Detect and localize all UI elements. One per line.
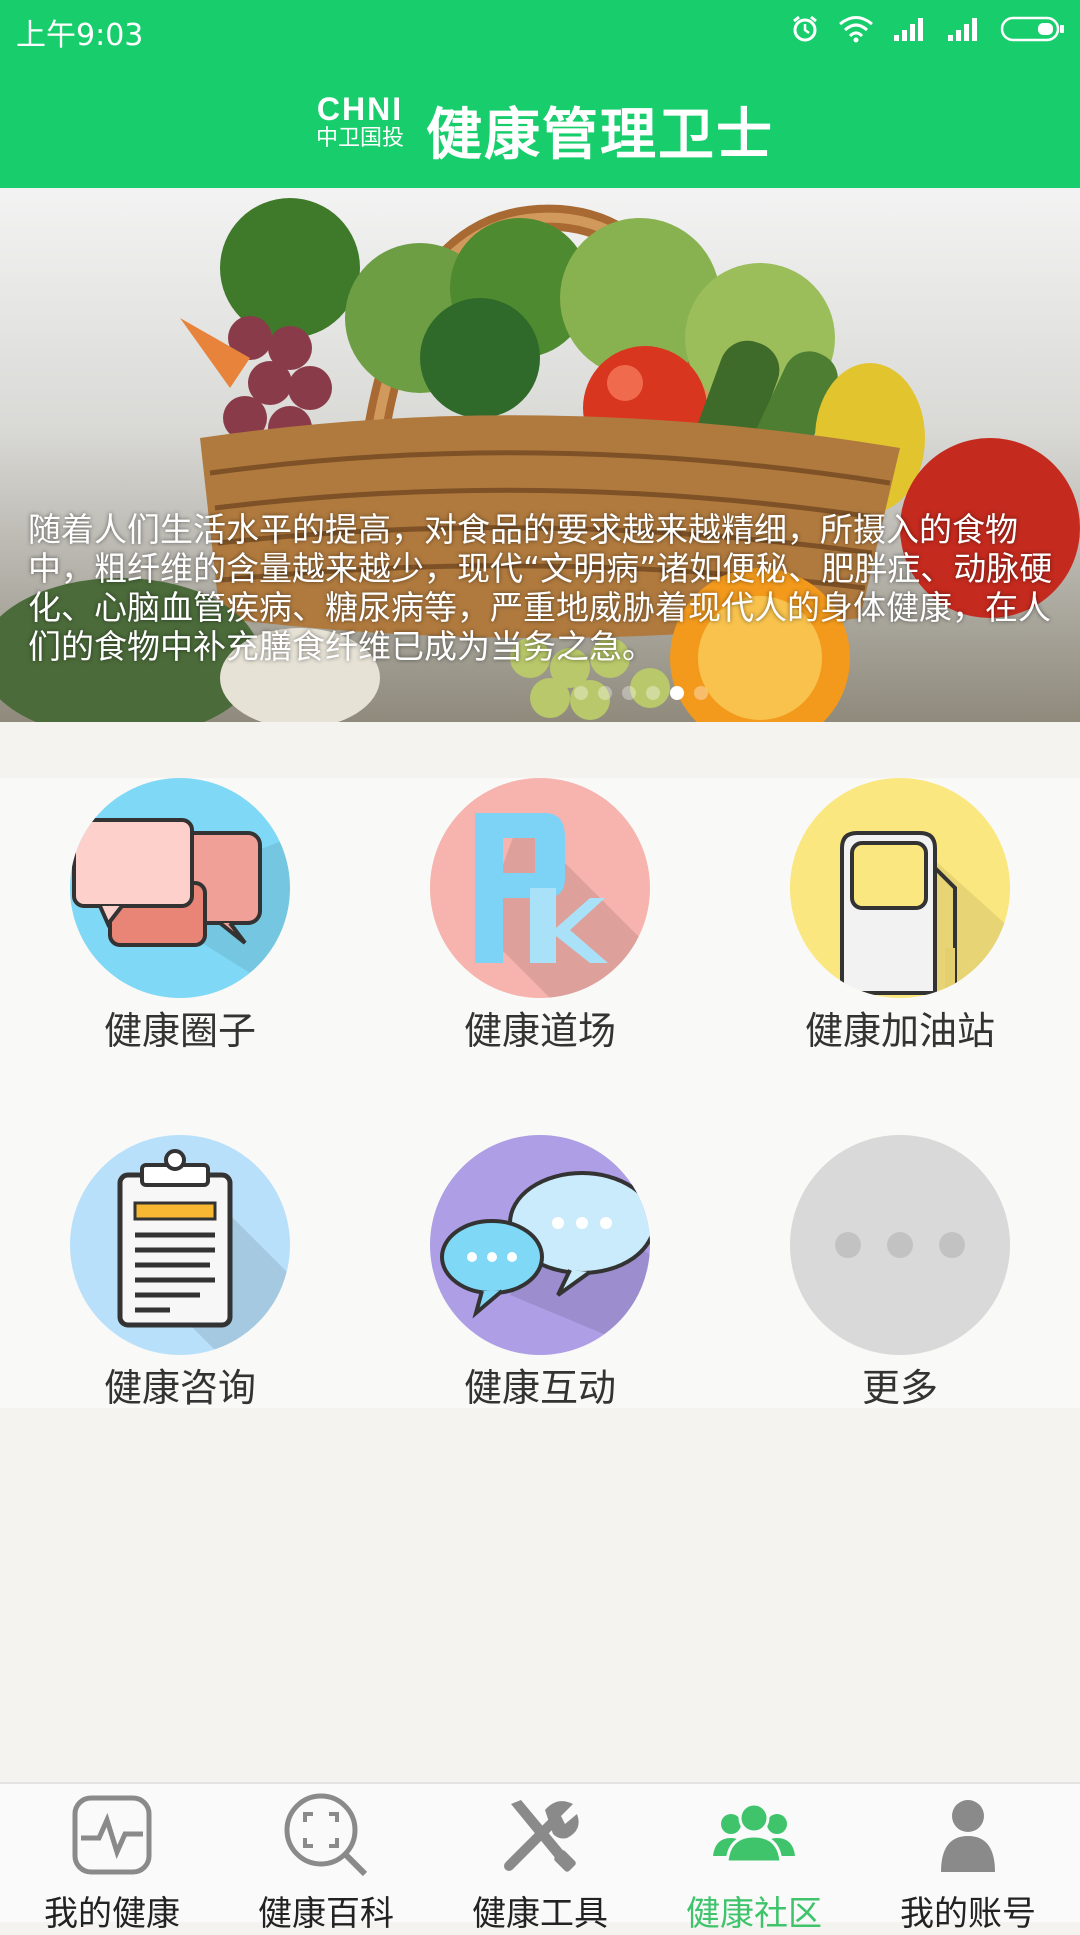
feature-health-station[interactable]: 健康加油站 <box>750 778 1050 1068</box>
banner-caption: 随着人们生活水平的提高，对食品的要求越来越精细，所摄入的食物中，粗纤维的含量越来… <box>28 510 1053 666</box>
tab-label: 健康百科 <box>258 1894 394 1934</box>
logo-subtext: 中卫国投 <box>315 126 404 151</box>
tab-label: 健康工具 <box>472 1894 608 1934</box>
status-time: 上午9:03 <box>16 18 144 53</box>
clipboard-icon <box>70 1135 290 1355</box>
feature-label: 健康咨询 <box>103 1366 256 1410</box>
status-icons <box>790 12 1066 46</box>
tab-encyclopedia[interactable]: 健康百科 <box>218 1784 434 1934</box>
alarm-icon <box>793 15 817 42</box>
page-title: 健康管理卫士 <box>426 103 774 168</box>
scan-search-icon <box>284 1793 368 1877</box>
carousel-dot[interactable] <box>574 686 588 700</box>
user-icon <box>941 1800 995 1872</box>
feature-health-circle[interactable]: 健康圈子 <box>30 778 330 1068</box>
feature-grid: 健康圈子 健康道场 健康加油站 健康咨询 健康互动 更多 <box>0 778 1080 1410</box>
wifi-icon <box>839 16 873 43</box>
signal-icon <box>894 18 923 41</box>
tab-label: 健康社区 <box>686 1894 822 1934</box>
carousel-indicators <box>574 686 708 700</box>
fuel-pump-icon <box>790 778 1010 998</box>
app-header: CHNI 中卫国投 健康管理卫士 <box>0 58 1080 188</box>
tab-my-account[interactable]: 我的账号 <box>860 1784 1076 1934</box>
message-bubbles-icon <box>430 1135 650 1355</box>
community-icon <box>713 1802 795 1864</box>
feature-label: 健康圈子 <box>103 1009 256 1053</box>
tools-icon <box>504 1800 579 1872</box>
tab-community[interactable]: 健康社区 <box>646 1784 862 1934</box>
banner-carousel[interactable]: 随着人们生活水平的提高，对食品的要求越来越精细，所摄入的食物中，粗纤维的含量越来… <box>0 188 1080 722</box>
more-icon <box>790 1135 1010 1355</box>
carousel-dot-active[interactable] <box>670 686 684 700</box>
battery-icon <box>1000 16 1064 42</box>
chat-bubbles-icon <box>70 778 290 998</box>
feature-label: 健康道场 <box>463 1009 616 1053</box>
feature-label: 健康互动 <box>463 1366 616 1410</box>
pk-icon <box>430 778 650 998</box>
signal-icon <box>948 18 977 41</box>
tab-tools[interactable]: 健康工具 <box>432 1784 648 1934</box>
carousel-dot[interactable] <box>622 686 636 700</box>
feature-health-dojo[interactable]: 健康道场 <box>390 778 690 1068</box>
status-bar: 上午9:03 <box>0 0 1080 58</box>
heart-monitor-icon <box>72 1795 152 1875</box>
carousel-dot[interactable] <box>646 686 660 700</box>
feature-label: 更多 <box>861 1366 938 1410</box>
tab-my-health[interactable]: 我的健康 <box>4 1784 220 1934</box>
feature-more[interactable]: 更多 <box>750 1135 1050 1425</box>
feature-health-consult[interactable]: 健康咨询 <box>30 1135 330 1425</box>
tab-label: 我的账号 <box>900 1894 1036 1934</box>
tab-label: 我的健康 <box>44 1894 180 1934</box>
feature-health-interact[interactable]: 健康互动 <box>390 1135 690 1425</box>
carousel-dot[interactable] <box>598 686 612 700</box>
app-logo: CHNI 中卫国投 <box>308 92 412 152</box>
carousel-dot[interactable] <box>694 686 708 700</box>
bottom-tab-bar: 我的健康 健康百科 健康工具 健康社区 我的账号 <box>0 1782 1080 1934</box>
logo-text: CHNI <box>316 91 404 127</box>
feature-label: 健康加油站 <box>804 1009 995 1053</box>
